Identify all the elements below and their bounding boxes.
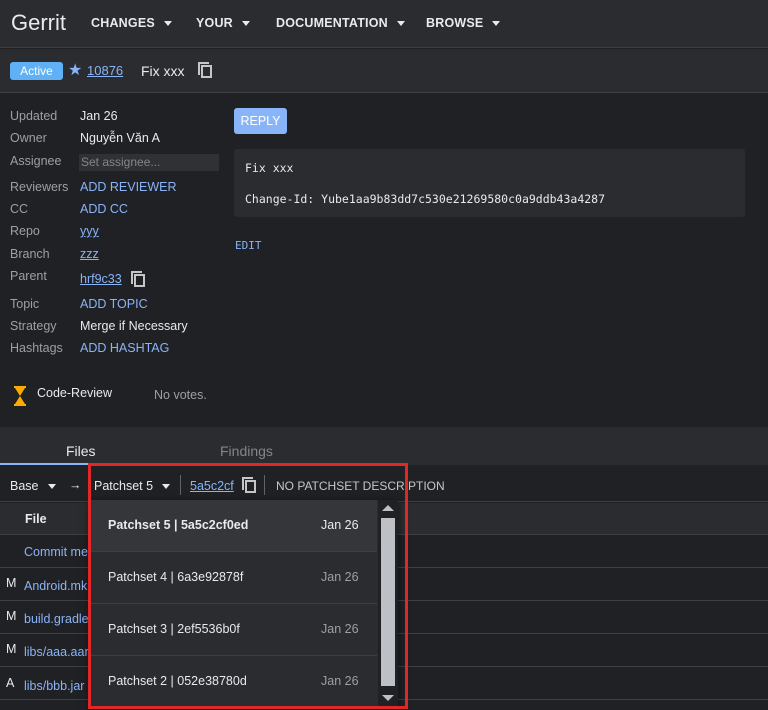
copy-icon[interactable] <box>131 271 145 287</box>
file-status: M <box>6 642 17 656</box>
nav-label: DOCUMENTATION <box>276 16 388 30</box>
hashtags-label: Hashtags <box>10 341 63 355</box>
assignee-label: Assignee <box>10 154 62 168</box>
cc-label: CC <box>10 202 29 216</box>
repo-label: Repo <box>10 224 40 238</box>
edit-button[interactable]: EDIT <box>235 239 262 252</box>
tab-files[interactable]: Files <box>66 443 96 459</box>
file-link[interactable]: libs/aaa.aar <box>24 645 89 659</box>
nav-label: YOUR <box>196 16 233 30</box>
add-hashtag-button[interactable]: ADD HASHTAG <box>80 341 169 355</box>
topic-label: Topic <box>10 297 40 311</box>
star-icon[interactable]: ★ <box>68 60 82 80</box>
strategy-label: Strategy <box>10 319 57 333</box>
file-link[interactable]: libs/bbb.jar <box>24 679 84 693</box>
parent-link[interactable]: hrf9c33 <box>80 272 122 286</box>
repo-link[interactable]: yyy <box>80 224 99 238</box>
chevron-down-icon <box>163 21 172 27</box>
strategy-value: Merge if Necessary <box>80 319 188 333</box>
updated-label: Updated <box>10 109 58 123</box>
base-label: Base <box>10 479 39 493</box>
arrow-right-icon: → <box>69 478 82 492</box>
code-review-label: Code-Review <box>37 386 113 400</box>
reviewers-label: Reviewers <box>10 180 69 194</box>
no-votes-text: No votes. <box>154 388 207 402</box>
add-reviewer-button[interactable]: ADD REVIEWER <box>80 180 177 194</box>
nav-label: BROWSE <box>426 16 484 30</box>
highlight-box <box>88 463 408 709</box>
change-subject: Fix xxx <box>141 63 185 79</box>
owner-value[interactable]: Nguyễn Văn A <box>80 131 160 145</box>
nav-changes[interactable]: CHANGES <box>91 16 172 30</box>
file-link[interactable]: build.gradle <box>24 612 89 626</box>
commit-message-line: Fix xxx <box>245 161 294 175</box>
reply-button[interactable]: REPLY <box>234 108 287 134</box>
add-topic-button[interactable]: ADD TOPIC <box>80 297 148 311</box>
status-badge: Active <box>10 62 63 80</box>
add-cc-button[interactable]: ADD CC <box>80 202 128 216</box>
nav-your[interactable]: YOUR <box>196 16 250 30</box>
base-select[interactable]: Base <box>10 479 56 493</box>
app-logo[interactable]: Gerrit <box>11 10 66 36</box>
change-number-link[interactable]: 10876 <box>87 63 123 78</box>
tab-bar <box>0 427 768 465</box>
file-status: A <box>6 676 15 690</box>
file-link[interactable]: Android.mk <box>24 579 87 593</box>
branch-link[interactable]: zzz <box>80 247 99 261</box>
assignee-input[interactable]: Set assignee... <box>79 154 219 171</box>
chevron-down-icon <box>396 21 405 27</box>
tab-findings[interactable]: Findings <box>220 443 273 459</box>
file-column-header: File <box>25 512 47 526</box>
branch-label: Branch <box>10 247 50 261</box>
file-status: M <box>6 609 17 623</box>
hourglass-icon <box>14 386 26 406</box>
file-status: M <box>6 576 17 590</box>
copy-icon[interactable] <box>198 62 212 78</box>
commit-message-box: Fix xxx Change-Id: Yube1aa9b83dd7c530e21… <box>234 149 745 217</box>
parent-label: Parent <box>10 269 47 283</box>
chevron-down-icon <box>241 21 250 27</box>
change-id-line: Change-Id: Yube1aa9b83dd7c530e21269580c0… <box>245 192 606 206</box>
nav-browse[interactable]: BROWSE <box>426 16 501 30</box>
updated-value: Jan 26 <box>80 109 118 123</box>
owner-label: Owner <box>10 131 47 145</box>
chevron-down-icon <box>492 21 501 27</box>
nav-label: CHANGES <box>91 16 155 30</box>
nav-documentation[interactable]: DOCUMENTATION <box>276 16 405 30</box>
chevron-down-icon <box>47 484 56 490</box>
